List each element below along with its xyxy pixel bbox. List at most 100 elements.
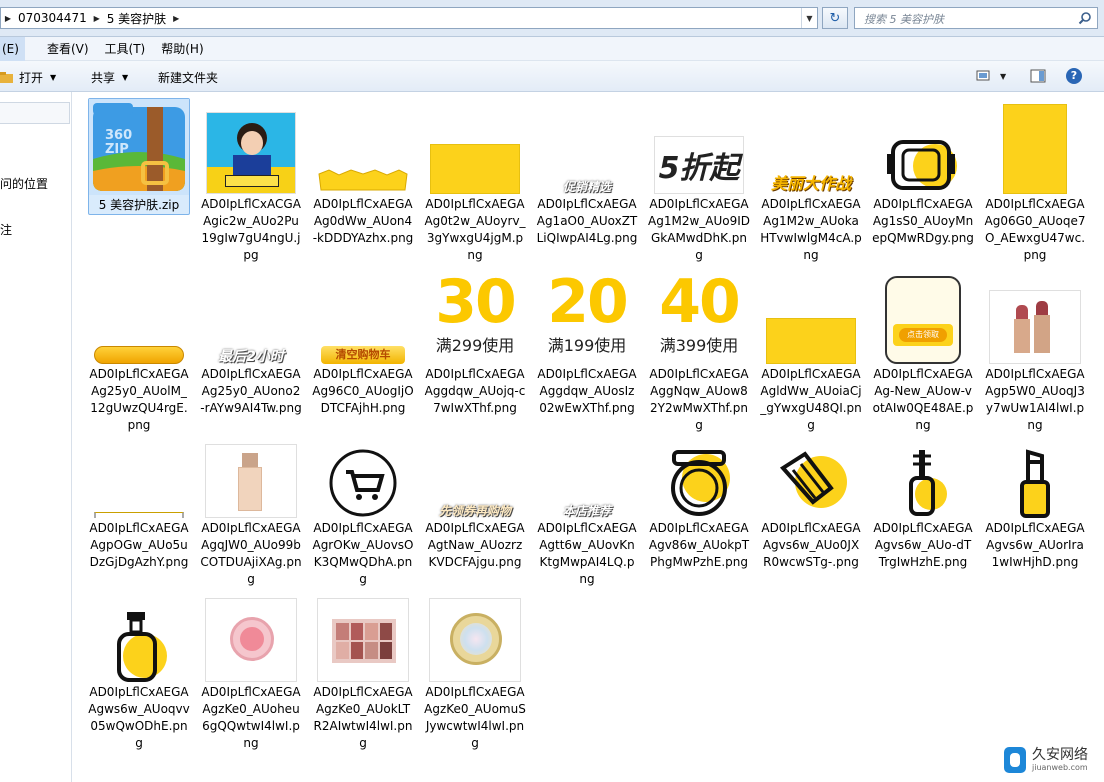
menu-help[interactable]: 帮助(H) [155, 40, 209, 57]
file-name: AD0IpLflCxAEGAAg25y0_AUono2-rAYw9AI4Tw.p… [200, 367, 302, 415]
address-bar-row: ▶ 070304471 ▶ 5 美容护肤 ▶ ▼ ↻ 搜索 5 美容护肤 [0, 0, 1104, 37]
file-name: AD0IpLflCxAEGAAgzKe0_AUomuSJywcwtwI4lwI.… [424, 685, 526, 750]
nav-item-partial[interactable]: 注 [0, 221, 12, 238]
share-button[interactable]: 共享 ▼ [91, 69, 128, 86]
file-item[interactable]: 清空购物车 AD0IpLflCxAEGAAg96C0_AUogIjODTCFAj… [312, 268, 414, 417]
file-item[interactable]: AD0IpLflCxAEGAAgvs6w_AUorIra1wIwHjhD.png [984, 422, 1086, 571]
file-item[interactable]: AD0IpLflCxAEGAAg25y0_AUolM_12gUwzQU4rgE.… [88, 268, 190, 434]
face-mask-icon [887, 140, 957, 190]
file-item[interactable]: AD0IpLflCxACGAAgic2w_AUo2Pu19gIw7gU4ngU.… [200, 98, 302, 264]
watermark-domain: jiuanweb.com [1032, 763, 1088, 772]
open-label: 打开 [19, 71, 44, 85]
file-item[interactable]: AD0IpLflCxAEGAAgv86w_AUokpTPhgMwPzhE.png [648, 422, 750, 571]
file-item[interactable]: 本店推荐 AD0IpLflCxAEGAAgtt6w_AUovKnKtgMwpAI… [536, 422, 638, 588]
thumbnail-ticket: 点击领取 [885, 276, 961, 364]
address-box[interactable]: ▶ 070304471 ▶ 5 美容护肤 ▶ ▼ [0, 7, 818, 29]
file-name: AD0IpLflCxAEGAAggdqw_AUosIz02wEwXThf.png [537, 367, 637, 415]
file-name: AD0IpLflCxAEGAAgv86w_AUokpTPhgMwPzhE.png [648, 521, 750, 569]
file-item[interactable]: AD0IpLflCxAEGAAg06G0_AUoqe7O_AEwxgU47wc.… [984, 98, 1086, 264]
coupon-condition: 满399使用 [659, 336, 739, 355]
file-name: AD0IpLflCxAEGAAg0dWw_AUon4-kDDDYAzhx.png [312, 197, 414, 245]
thumbnail-blush [205, 598, 297, 682]
help-icon[interactable]: ? [1066, 68, 1082, 84]
file-item[interactable]: AD0IpLflCxAEGAAgvs6w_AUo0JXR0wcwSTg-.png [760, 422, 862, 571]
file-item[interactable]: AD0IpLflCxAEGAAg0dWw_AUon4-kDDDYAzhx.png [312, 98, 414, 247]
file-item[interactable]: AD0IpLflCxAEGAAgzKe0_AUokLTR2AIwtwI4lwI.… [312, 586, 414, 752]
change-view-icon[interactable] [976, 69, 992, 83]
file-item[interactable]: AD0IpLflCxAEGAAgvs6w_AUo-dTTrgIwHzhE.png [872, 422, 974, 571]
file-name: AD0IpLflCxAEGAAgqJW0_AUo99bCOTDUAjiXAg.p… [200, 521, 302, 586]
file-item[interactable]: 最后2小时 AD0IpLflCxAEGAAg25y0_AUono2-rAYw9A… [200, 268, 302, 417]
file-name: AD0IpLflCxAEGAAgvs6w_AUo0JXR0wcwSTg-.png [761, 521, 861, 569]
watermark-icon [1004, 747, 1026, 773]
file-name: AD0IpLflCxAEGAAg1M2w_AUo9IDGkAMwdDhK.png [648, 197, 751, 262]
file-item-zip[interactable]: 360 ZIP 5 美容护肤.zip [88, 98, 190, 215]
search-placeholder: 搜索 5 美容护肤 [864, 13, 944, 26]
breadcrumb-chevron-icon[interactable]: ▶ [90, 14, 104, 23]
search-input[interactable]: 搜索 5 美容护肤 [854, 7, 1098, 29]
breadcrumb-item-current[interactable]: 5 美容护肤 [104, 10, 169, 27]
open-button[interactable]: 打开 ▼ [0, 69, 56, 86]
file-item[interactable]: AD0IpLflCxAEGAAgzKe0_AUoheu6gQQwtwI4lwI.… [200, 586, 302, 752]
breadcrumb-chevron-icon[interactable]: ▶ [169, 14, 183, 23]
new-folder-label: 新建文件夹 [158, 71, 219, 85]
file-item[interactable]: 美丽大作战 AD0IpLflCxAEGAAg1M2w_AUokaHTvwIwlg… [760, 98, 862, 264]
file-name: AD0IpLflCxAEGAAgpOGw_AUo5uDzGjDgAzhY.png [89, 521, 189, 569]
menu-tools[interactable]: 工具(T) [99, 40, 152, 57]
file-item[interactable]: AD0IpLflCxAEGAAgldWw_AUoiaCj_gYwxgU48QI.… [760, 268, 862, 434]
file-item[interactable]: AD0IpLflCxAEGAAgqJW0_AUo99bCOTDUAjiXAg.p… [200, 422, 302, 588]
file-item[interactable]: 20 满199使用 AD0IpLflCxAEGAAggdqw_AUosIz02w… [536, 268, 638, 417]
preview-pane-icon[interactable] [1030, 69, 1046, 83]
file-item[interactable]: 5折起 AD0IpLflCxAEGAAg1M2w_AUo9IDGkAMwdDhK… [648, 98, 750, 264]
breadcrumb-item-parent[interactable]: 070304471 [15, 11, 90, 25]
file-item[interactable]: 40 满399使用 AD0IpLflCxAEGAAggNqw_AUow82Y2w… [648, 268, 750, 434]
file-name: AD0IpLflCxAEGAAgzKe0_AUokLTR2AIwtwI4lwI.… [313, 685, 413, 750]
file-item[interactable]: AD0IpLflCxAEGAAg0t2w_AUoyrv_3gYwxgU4jgM.… [424, 98, 526, 264]
coupon-condition: 满299使用 [435, 336, 515, 355]
file-item[interactable]: AD0IpLflCxAEGAAgws6w_AUoqvv05wQwODhE.png [88, 586, 190, 752]
nav-item-recent-places[interactable]: 问的位置 [0, 175, 48, 192]
file-name: AD0IpLflCxAEGAAgzKe0_AUoheu6gQQwtwI4lwI.… [201, 685, 301, 750]
thumbnail-lipstick [989, 290, 1081, 364]
new-folder-button[interactable]: 新建文件夹 [158, 69, 218, 86]
thumbnail-yellow [766, 318, 856, 364]
search-icon[interactable] [1078, 11, 1092, 25]
file-name: AD0IpLflCxAEGAAg0t2w_AUoyrv_3gYwxgU4jgM.… [424, 197, 526, 262]
menu-view[interactable]: 查看(V) [41, 40, 95, 57]
refresh-button[interactable]: ↻ [822, 7, 848, 29]
pump-bottle-icon [117, 612, 167, 682]
menu-edit[interactable]: (E) [0, 36, 25, 61]
file-item[interactable]: AD0IpLflCxAEGAAgp5W0_AUoqJ3y7wUw1AI4lwI.… [984, 268, 1086, 434]
thumbnail-cart-button: 清空购物车 [321, 346, 405, 364]
breadcrumb-chevron-icon[interactable]: ▶ [1, 14, 15, 23]
file-name: AD0IpLflCxAEGAAg1aO0_AUoxZTLiQIwpAI4Lg.p… [536, 197, 638, 245]
file-item[interactable]: 点击领取 AD0IpLflCxAEGAAg-New_AUow-votAIw0QE… [872, 268, 974, 434]
file-name: AD0IpLflCxAEGAAgtNaw_AUozrzKVDCFAjgu.png [425, 521, 525, 569]
thumbnail-line [94, 512, 184, 518]
makeup-brush-icon [779, 451, 847, 508]
file-item[interactable]: AD0IpLflCxAEGAAgrOKw_AUovsOK3QMwQDhA.png [312, 422, 414, 588]
lipstick-icon [1020, 449, 1050, 518]
file-item[interactable]: 促销精选 AD0IpLflCxAEGAAg1aO0_AUoxZTLiQIwpAI… [536, 98, 638, 247]
address-dropdown-icon[interactable]: ▼ [801, 8, 817, 28]
compact-powder-icon [671, 450, 730, 516]
file-item[interactable]: 先领券再购物 AD0IpLflCxAEGAAgtNaw_AUozrzKVDCFA… [424, 422, 526, 571]
thumbnail-banner [318, 169, 408, 191]
view-dropdown-icon[interactable]: ▼ [1000, 72, 1006, 81]
thumbnail-photo [206, 112, 296, 194]
watermark-brand: 久安网络 [1032, 747, 1088, 763]
file-item[interactable]: 30 满299使用 AD0IpLflCxAEGAAggdqw_AUojq-c7w… [424, 268, 526, 417]
share-label: 共享 [91, 71, 116, 85]
thumbnail-coupon: 20 满199使用 [541, 272, 633, 364]
file-item[interactable]: AD0IpLflCxAEGAAgpOGw_AUo5uDzGjDgAzhY.png [88, 422, 190, 571]
file-item[interactable]: AD0IpLflCxAEGAAg1sS0_AUoyMnepQMwRDgy.png [872, 98, 974, 247]
file-item[interactable]: AD0IpLflCxAEGAAgzKe0_AUomuSJywcwtwI4lwI.… [424, 586, 526, 752]
file-name: AD0IpLflCxAEGAAgrOKw_AUovsOK3QMwQDhA.png [312, 521, 414, 586]
coupon-amount: 20 [547, 267, 629, 337]
shopping-cart-icon [329, 449, 397, 517]
thumbnail-highlighter [429, 598, 521, 682]
nav-scroll-item[interactable] [0, 102, 70, 124]
thumbnail-tag: 本店推荐 [562, 504, 611, 518]
ticket-button-text: 点击领取 [899, 328, 947, 342]
folder-open-icon [0, 71, 13, 83]
